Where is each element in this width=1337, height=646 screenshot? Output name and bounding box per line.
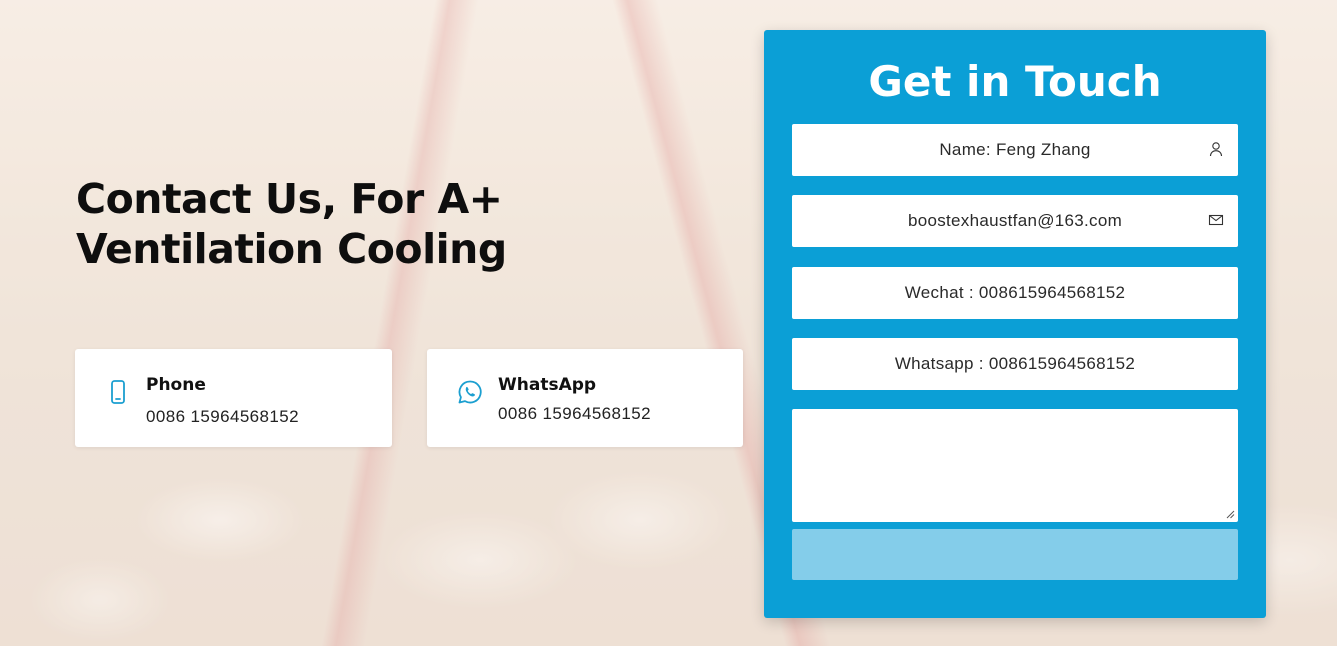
envelope-icon [1208, 214, 1224, 226]
whatsapp-card: WhatsApp 0086 15964568152 [427, 349, 743, 447]
phone-icon [111, 380, 125, 404]
phone-card-value: 0086 15964568152 [146, 407, 299, 426]
phone-card: Phone 0086 15964568152 [75, 349, 392, 447]
message-textarea[interactable] [792, 409, 1238, 522]
whatsapp-card-value: 0086 15964568152 [498, 404, 651, 423]
contact-form-panel: Get in Touch Name: Feng Zhang boostexhau… [764, 30, 1266, 618]
whatsapp-icon [458, 380, 482, 404]
user-icon [1209, 142, 1223, 157]
phone-card-title: Phone [146, 375, 206, 395]
submit-button[interactable] [792, 529, 1238, 580]
whatsapp-field-value: Whatsapp : 008615964568152 [894, 354, 1136, 373]
resize-grip-icon[interactable] [1226, 510, 1235, 519]
email-field[interactable]: boostexhaustfan@163.com [792, 195, 1238, 247]
whatsapp-field[interactable]: Whatsapp : 008615964568152 [792, 338, 1238, 390]
whatsapp-card-title: WhatsApp [498, 375, 597, 395]
page-headline: Contact Us, For A+ Ventilation Cooling [76, 175, 507, 273]
name-field-value: Name: Feng Zhang [939, 140, 1091, 159]
name-field[interactable]: Name: Feng Zhang [792, 124, 1238, 176]
form-title: Get in Touch [868, 57, 1162, 106]
email-field-value: boostexhaustfan@163.com [907, 211, 1123, 230]
wechat-field-value: Wechat : 008615964568152 [904, 283, 1126, 302]
wechat-field[interactable]: Wechat : 008615964568152 [792, 267, 1238, 319]
